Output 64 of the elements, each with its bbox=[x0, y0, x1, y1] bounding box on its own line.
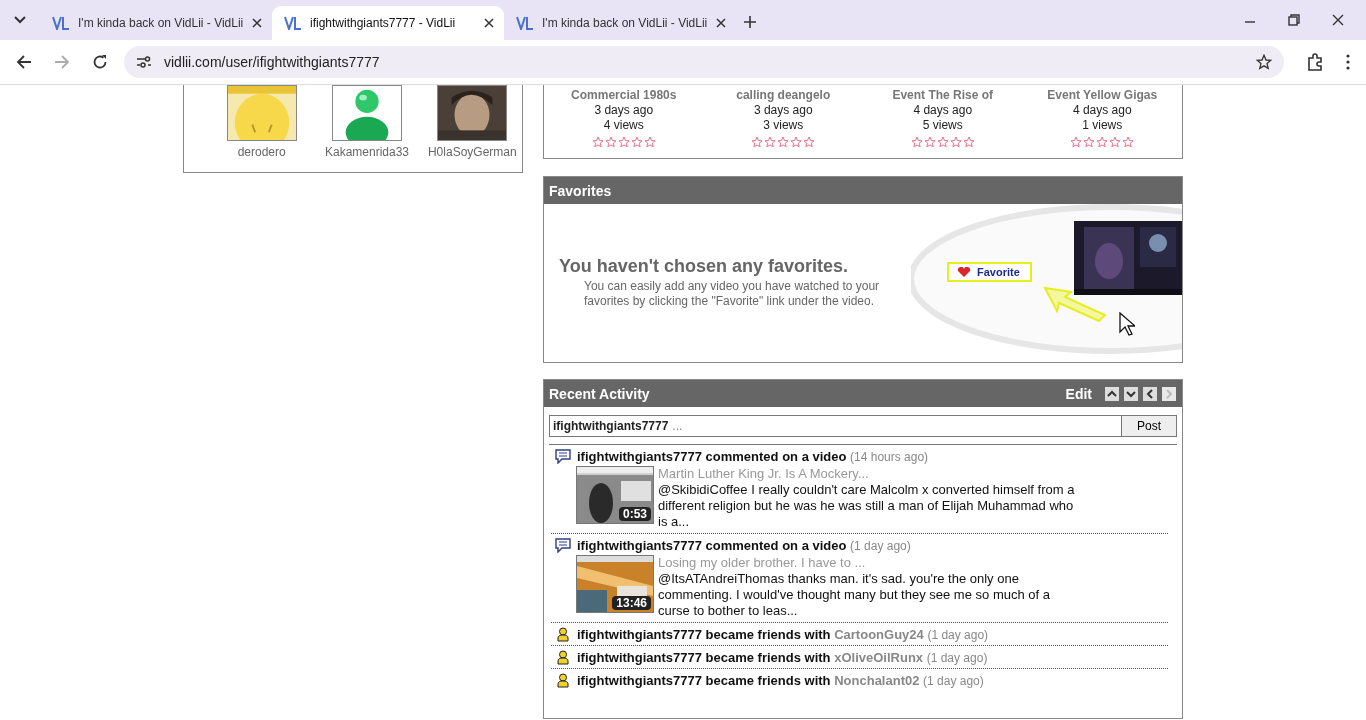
address-bar[interactable]: vidlii.com/user/ifightwithgiants7777 bbox=[124, 46, 1284, 78]
site-logo-icon bbox=[52, 16, 70, 30]
status-field[interactable]: ifightwithgiants7777 ... bbox=[549, 415, 1122, 437]
video-age: 4 days ago bbox=[913, 103, 973, 118]
video-age: 4 days ago bbox=[1072, 103, 1132, 118]
user-icon bbox=[555, 673, 571, 688]
reload-icon[interactable] bbox=[92, 54, 108, 70]
empty-description: You can easily add any video you have watched to your favorites by clicking the "Favorite" link under the video. bbox=[583, 279, 881, 309]
menu-icon[interactable] bbox=[1346, 54, 1350, 70]
close-icon[interactable] bbox=[484, 18, 494, 28]
tab-list-icon[interactable] bbox=[14, 16, 26, 24]
video-title[interactable]: Commercial 1980s bbox=[571, 88, 677, 103]
view-count: 1 views bbox=[1082, 118, 1123, 133]
browser-tab[interactable]: I'm kinda back on VidLii - VidLii bbox=[40, 6, 272, 40]
empty-heading: You haven't chosen any favorites. bbox=[559, 256, 850, 277]
close-icon[interactable] bbox=[716, 18, 726, 28]
user-icon bbox=[555, 627, 571, 642]
friend-name[interactable]: Kakamenrida33 bbox=[324, 145, 409, 159]
panel-title: Favorites bbox=[549, 182, 612, 199]
favorite-label: Favorite bbox=[947, 262, 1032, 282]
restore-icon[interactable] bbox=[1288, 14, 1300, 26]
user-icon bbox=[555, 650, 571, 665]
video-age: 3 days ago bbox=[594, 103, 654, 118]
view-count: 3 views bbox=[763, 118, 804, 133]
user-name: ifightwithgiants7777 bbox=[553, 419, 669, 433]
panel-title: Recent Activity bbox=[549, 385, 650, 402]
move-left-icon[interactable] bbox=[1143, 386, 1157, 401]
friend-name[interactable]: H0laSoyGerman bbox=[427, 145, 517, 159]
activity-text: ifightwithgiants7777 became friends with xOliveOilRunx (1 day ago) bbox=[577, 650, 988, 665]
view-count: 4 views bbox=[603, 118, 644, 133]
comment-text: @ItsATAndreiThomas thanks man. it's sad. you're the only one commenting. I would've thought many but they see me so much of a curse to bother to leas... bbox=[658, 571, 1051, 619]
close-icon[interactable] bbox=[252, 18, 262, 28]
extensions-icon[interactable] bbox=[1306, 53, 1324, 71]
comment-text: @SkibidiCoffee I really couldn't care Malcolm x converted himself from a different religion but he was he was still a man of Elijah Muhammad who is a... bbox=[658, 482, 1076, 530]
video-title[interactable]: calling deangelo bbox=[736, 88, 831, 103]
move-right-icon[interactable] bbox=[1162, 386, 1176, 401]
browser-tab[interactable]: ifightwithgiants7777 - VidLii bbox=[272, 6, 504, 40]
edit-link[interactable]: Edit bbox=[1065, 385, 1092, 402]
comment-icon bbox=[555, 449, 571, 464]
cursor-icon bbox=[1119, 312, 1135, 336]
view-count: 5 views bbox=[922, 118, 963, 133]
video-age: 3 days ago bbox=[753, 103, 813, 118]
site-logo-icon bbox=[516, 16, 534, 30]
friend-name[interactable]: derodero bbox=[237, 145, 286, 159]
browser-tab[interactable]: I'm kinda back on VidLii - VidLii bbox=[504, 6, 736, 40]
move-up-icon[interactable] bbox=[1105, 386, 1119, 401]
comment-icon bbox=[555, 538, 571, 553]
video-duration: 0:53 bbox=[618, 507, 651, 521]
site-settings-icon[interactable] bbox=[136, 55, 152, 69]
activity-text: ifightwithgiants7777 became friends with CartoonGuy24 (1 day ago) bbox=[577, 627, 989, 642]
activity-text: ifightwithgiants7777 commented on a video (14 hours ago) bbox=[577, 449, 929, 464]
site-logo-icon bbox=[284, 16, 302, 30]
activity-text: ifightwithgiants7777 became friends with Nonchalant02 (1 day ago) bbox=[577, 673, 984, 688]
activity-text: ifightwithgiants7777 commented on a video (1 day ago) bbox=[577, 538, 911, 553]
close-icon[interactable] bbox=[1332, 14, 1344, 26]
move-down-icon[interactable] bbox=[1124, 386, 1138, 401]
video-title[interactable]: Event The Rise of bbox=[892, 88, 994, 103]
video-duration: 13:46 bbox=[612, 596, 651, 610]
new-tab-icon[interactable] bbox=[744, 16, 756, 28]
bookmark-star-icon[interactable] bbox=[1256, 54, 1272, 70]
heart-icon bbox=[957, 267, 971, 277]
back-icon[interactable] bbox=[16, 54, 32, 70]
video-title[interactable]: Event Yellow Gigas bbox=[1047, 88, 1158, 103]
post-button[interactable]: Post bbox=[1122, 415, 1177, 437]
